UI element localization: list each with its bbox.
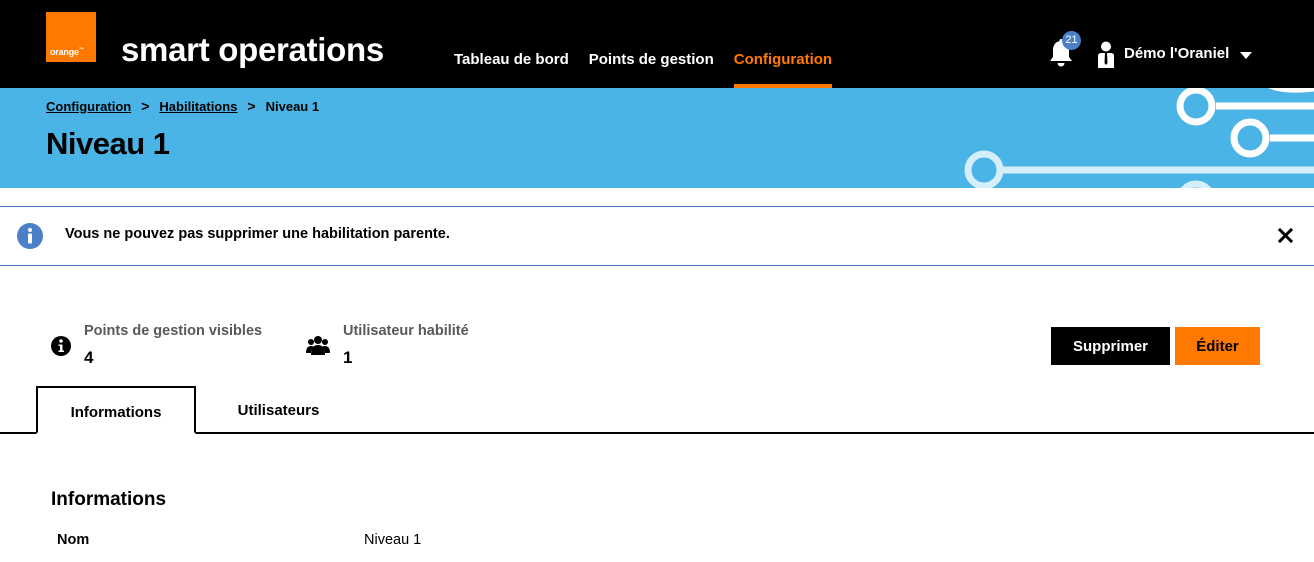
nav-item-configuration[interactable]: Configuration: [733, 48, 833, 88]
stat-value-utilisateur: 1: [343, 348, 353, 367]
stat-label-points-de-gestion: Points de gestion visibles: [84, 323, 263, 339]
stat-label-utilisateur: Utilisateur habilité: [343, 323, 469, 339]
tab-utilisateurs[interactable]: Utilisateurs: [196, 386, 361, 434]
user-menu[interactable]: Démo l'Oraniel: [1097, 40, 1253, 68]
logo-trademark: ™: [78, 47, 84, 53]
breadcrumb-link-configuration[interactable]: Configuration: [46, 99, 131, 114]
app-title: smart operations: [121, 31, 384, 68]
stat-value-points-de-gestion: 4: [84, 348, 94, 367]
page-header-banner: Configuration > Habilitations > Niveau 1…: [0, 88, 1314, 188]
breadcrumb-separator: >: [141, 98, 150, 114]
user-icon: [1098, 41, 1114, 68]
nav-item-tableau-de-bord[interactable]: Tableau de bord: [454, 48, 569, 88]
page-title: Niveau 1: [46, 126, 170, 161]
section-title: Informations: [51, 489, 167, 510]
top-bar: orange™ smart operations Tableau de bord…: [0, 0, 1314, 88]
main-nav: Tableau de bord Points de gestion Config…: [454, 48, 833, 88]
info-icon: [51, 336, 71, 356]
nav-item-points-de-gestion[interactable]: Points de gestion: [589, 48, 714, 88]
breadcrumb: Configuration > Habilitations > Niveau 1: [46, 98, 319, 114]
logo-text: orange: [50, 47, 79, 57]
info-circle-icon: [17, 223, 43, 249]
notification-badge: 21: [1062, 31, 1081, 50]
alert-message: Vous ne pouvez pas supprimer une habilit…: [65, 226, 450, 242]
edit-button[interactable]: Éditer: [1175, 327, 1260, 365]
field-label-nom: Nom: [57, 532, 90, 548]
users-icon: [306, 336, 330, 355]
circuit-decoration-icon: [964, 88, 1314, 188]
delete-button[interactable]: Supprimer: [1051, 327, 1170, 365]
breadcrumb-separator: >: [247, 98, 256, 114]
chevron-down-icon: [1240, 51, 1253, 59]
info-alert: Vous ne pouvez pas supprimer une habilit…: [0, 206, 1314, 266]
tab-informations[interactable]: Informations: [36, 386, 196, 434]
breadcrumb-link-habilitations[interactable]: Habilitations: [159, 99, 237, 114]
user-name: Démo l'Oraniel: [1124, 45, 1230, 62]
breadcrumb-current: Niveau 1: [265, 98, 320, 114]
field-value-nom: Niveau 1: [364, 532, 422, 548]
orange-logo[interactable]: orange™: [46, 12, 96, 62]
close-icon[interactable]: [1278, 228, 1293, 243]
